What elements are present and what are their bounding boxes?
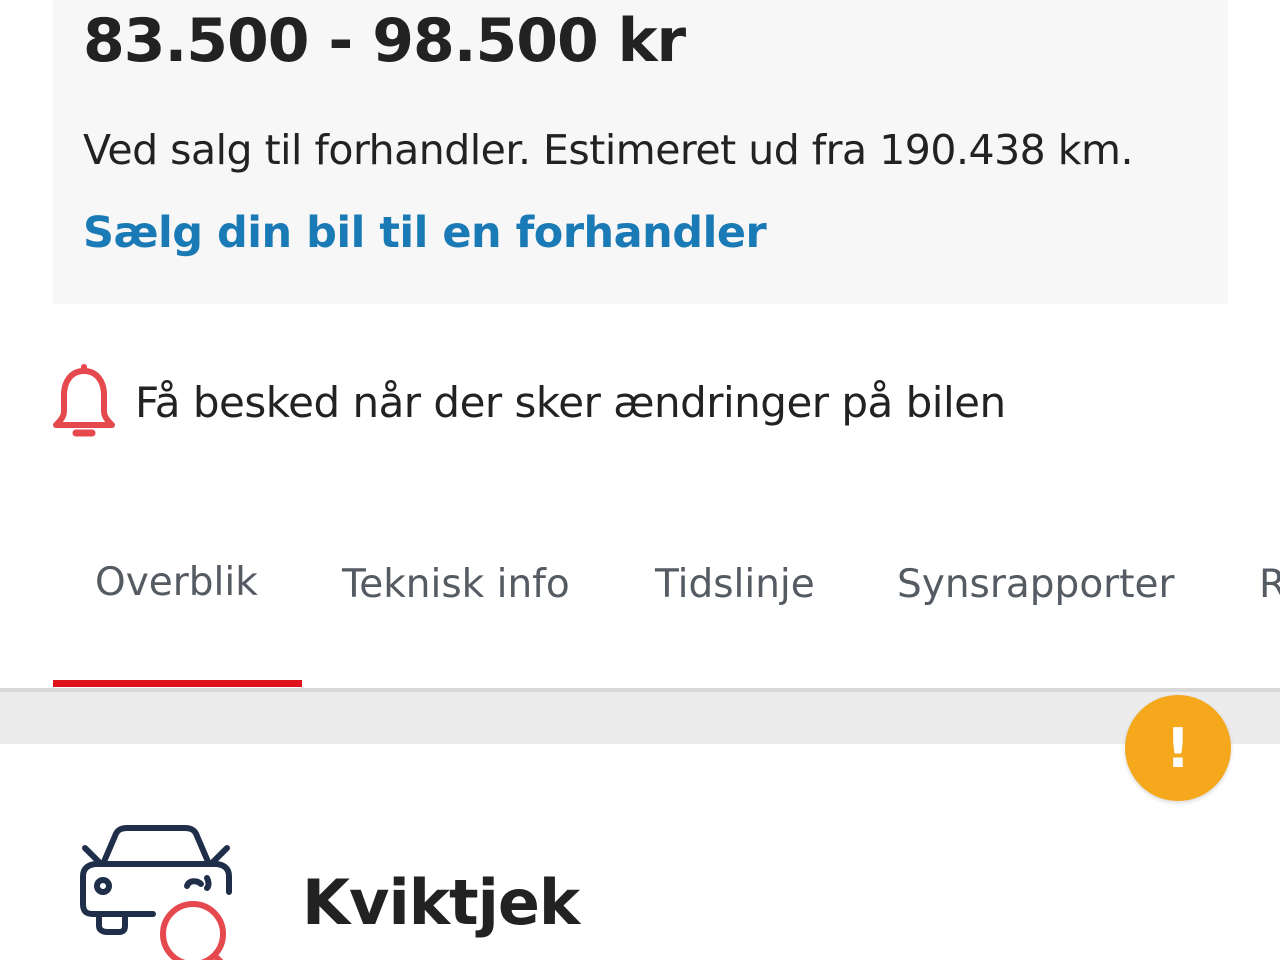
bell-icon (53, 364, 115, 437)
notify-changes-label: Få besked når der sker ændringer på bile… (135, 377, 1006, 427)
tab-teknisk-info[interactable]: Teknisk info (342, 562, 570, 607)
alert-button[interactable]: ! (1125, 695, 1231, 801)
quick-check-title: Kviktjek (302, 866, 580, 939)
exclamation-icon: ! (1165, 716, 1191, 780)
tab-partial[interactable]: R (1259, 562, 1280, 607)
price-estimate-card: 83.500 - 98.500 kr Ved salg til forhandl… (53, 0, 1228, 304)
tab-bar: Overblik Teknisk info Tidslinje Synsrapp… (0, 540, 1280, 690)
tab-synsrapporter[interactable]: Synsrapporter (897, 562, 1175, 607)
notify-changes-button[interactable]: Få besked når der sker ændringer på bile… (53, 362, 1006, 442)
tab-overblik[interactable]: Overblik (95, 560, 258, 605)
car-search-icon (80, 825, 232, 960)
active-tab-indicator (53, 680, 302, 687)
page: 83.500 - 98.500 kr Ved salg til forhandl… (0, 0, 1280, 960)
price-estimate-note: Ved salg til forhandler. Estimeret ud fr… (83, 126, 1134, 174)
sell-to-dealer-link[interactable]: Sælg din bil til en forhandler (83, 208, 767, 258)
tab-tidslinje[interactable]: Tidslinje (655, 562, 815, 607)
price-range: 83.500 - 98.500 kr (83, 6, 686, 76)
section-separator (0, 692, 1280, 744)
